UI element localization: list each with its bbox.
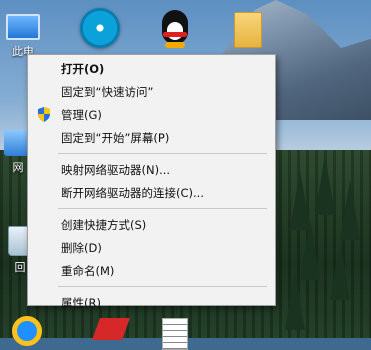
context-menu: 打开(O) 固定到“快速访问” 管理(G) 固定到“开始”屏幕(P) 映射网络驱…	[27, 54, 276, 310]
internet-explorer-icon	[12, 316, 42, 346]
desktop-icon-this-pc[interactable]: 此电	[6, 14, 40, 59]
desktop-icon-app[interactable]	[91, 318, 131, 340]
menu-item-label: 固定到“开始”屏幕(P)	[61, 130, 170, 145]
folder-icon	[234, 12, 262, 48]
tree	[330, 240, 350, 300]
menu-item-label: 管理(G)	[61, 107, 102, 122]
menu-item-open[interactable]: 打开(O)	[28, 57, 275, 80]
menu-item-label: 删除(D)	[61, 240, 102, 255]
menu-separator	[58, 208, 267, 209]
desktop-icon-label: 网	[12, 161, 24, 174]
menu-item-disconnect-network-drive[interactable]: 断开网络驱动器的连接(C)...	[28, 181, 275, 204]
app-icon	[91, 318, 131, 340]
menu-item-label: 固定到“快速访问”	[61, 84, 154, 99]
tree	[340, 180, 360, 240]
tree	[315, 155, 335, 215]
desktop-icon-document[interactable]	[162, 318, 188, 350]
tree	[285, 270, 305, 330]
menu-item-label: 映射网络驱动器(N)...	[61, 162, 171, 177]
desktop-icon-label: 回	[14, 261, 26, 274]
menu-item-manage[interactable]: 管理(G)	[28, 103, 275, 126]
shield-icon	[38, 107, 50, 122]
desktop-icon-ie[interactable]	[12, 316, 42, 346]
menu-item-pin-start[interactable]: 固定到“开始”屏幕(P)	[28, 126, 275, 149]
computer-icon	[6, 14, 40, 40]
menu-item-map-network-drive[interactable]: 映射网络驱动器(N)...	[28, 158, 275, 181]
menu-item-label: 断开网络驱动器的连接(C)...	[61, 185, 204, 200]
document-icon	[162, 318, 188, 350]
qq-penguin-icon	[160, 10, 190, 50]
menu-item-label: 创建快捷方式(S)	[61, 217, 147, 232]
menu-separator	[58, 286, 267, 287]
desktop-icon-media-player[interactable]	[80, 8, 120, 48]
menu-item-delete[interactable]: 删除(D)	[28, 236, 275, 259]
menu-item-properties[interactable]: 属性(R)	[28, 291, 275, 314]
menu-item-label: 打开(O)	[61, 61, 105, 76]
menu-item-label: 重命名(M)	[61, 263, 115, 278]
menu-item-rename[interactable]: 重命名(M)	[28, 259, 275, 282]
media-player-icon	[80, 8, 120, 48]
desktop-icon-folder[interactable]	[234, 12, 262, 48]
menu-item-create-shortcut[interactable]: 创建快捷方式(S)	[28, 213, 275, 236]
menu-separator	[58, 153, 267, 154]
menu-item-label: 属性(R)	[61, 295, 101, 310]
desktop-icon-qq[interactable]	[160, 10, 190, 50]
menu-item-pin-quick-access[interactable]: 固定到“快速访问”	[28, 80, 275, 103]
